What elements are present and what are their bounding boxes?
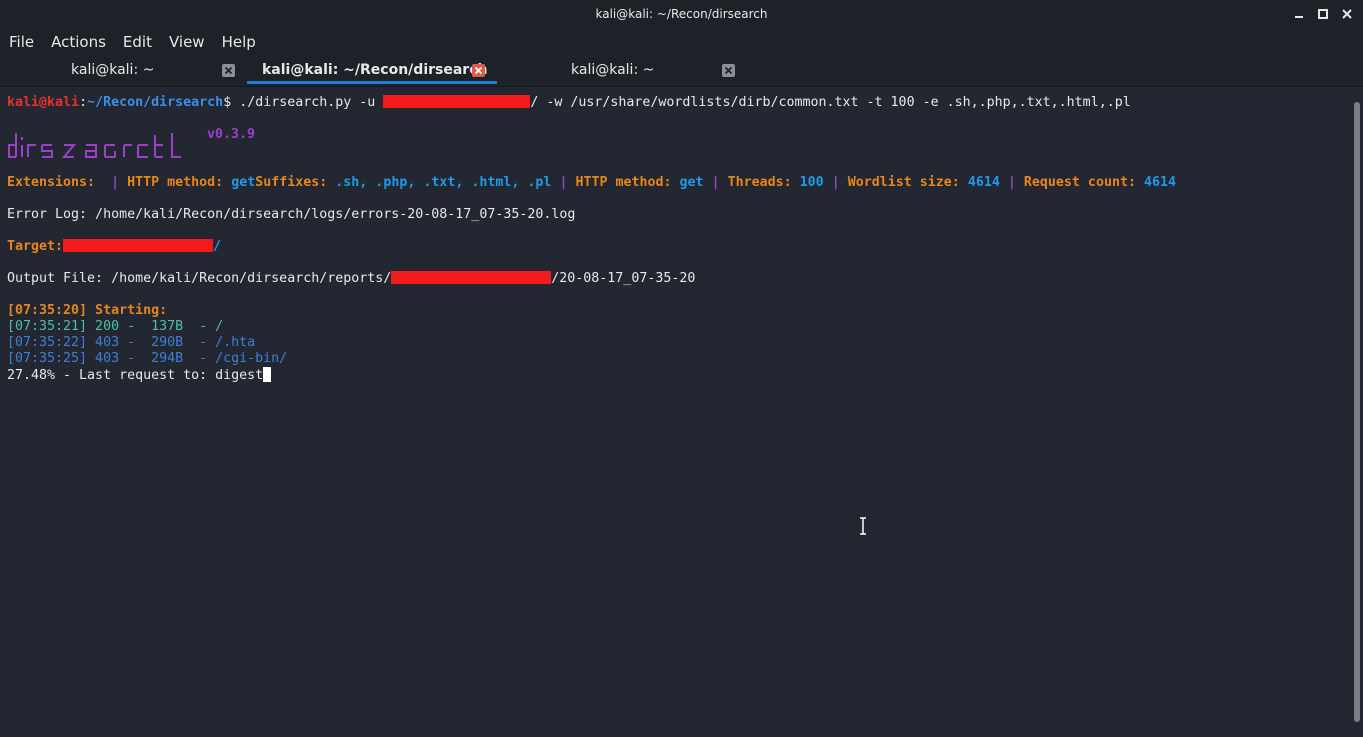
- terminal-window: kali@kali: ~/Recon/dirsearch File Action…: [0, 0, 1363, 737]
- result-row: [07:35:21] 200 - 137B - /: [7, 319, 224, 334]
- output-prefix: Output File: /home/kali/Recon/dirsearch/…: [7, 271, 392, 286]
- close-window-icon[interactable]: [1339, 6, 1355, 22]
- request-count-value: 4614: [1143, 175, 1177, 190]
- progress-line: 27.48% - Last request to: digest: [7, 367, 272, 383]
- tab-bar: kali@kali: ~ kali@kali: ~/Recon/dirsearc…: [0, 56, 1363, 87]
- separator: |: [551, 175, 576, 190]
- target-label: Target:: [7, 239, 72, 254]
- threads-value: 100: [799, 175, 824, 190]
- close-tab-icon[interactable]: [472, 64, 485, 77]
- terminal-output[interactable]: kali@kali:~/Recon/dirsearch$ ./dirsearch…: [0, 87, 1351, 737]
- menu-view[interactable]: View: [161, 33, 213, 51]
- terminal-cursor: [263, 367, 272, 382]
- dirsearch-logo: [7, 127, 187, 165]
- version-text: v0.3.9: [207, 127, 256, 142]
- prompt-path: ~/Recon/dirsearch: [87, 95, 224, 110]
- menu-help[interactable]: Help: [214, 33, 264, 51]
- threads-label: Threads:: [727, 175, 800, 190]
- tab-home-2[interactable]: kali@kali: ~: [500, 56, 745, 86]
- command-line: kali@kali:~/Recon/dirsearch$ ./dirsearch…: [7, 95, 1131, 111]
- redacted-url: [383, 95, 531, 108]
- maximize-icon[interactable]: [1315, 6, 1331, 22]
- text-cursor-icon: [858, 516, 868, 540]
- output-file-line: Output File: /home/kali/Recon/dirsearch/…: [7, 271, 695, 287]
- tab-home-1[interactable]: kali@kali: ~: [0, 56, 245, 86]
- config-line: Extensions: | HTTP method: getSuffixes: …: [7, 175, 1176, 191]
- separator: |: [823, 175, 848, 190]
- result-row: [07:35:22] 403 - 290B - /.hta: [7, 335, 256, 350]
- scrollbar-thumb[interactable]: [1354, 102, 1360, 722]
- progress-text: 27.48% - Last request to: digest: [7, 368, 264, 383]
- tab-label: kali@kali: ~: [71, 62, 155, 78]
- separator: |: [703, 175, 728, 190]
- active-tab-indicator: [247, 81, 497, 84]
- wordlist-value: 4614: [967, 175, 1000, 190]
- prompt-user: kali: [7, 95, 40, 110]
- menu-bar: File Actions Edit View Help: [0, 28, 1363, 56]
- close-tab-icon[interactable]: [222, 64, 235, 77]
- http-method-value: get: [679, 175, 704, 190]
- title-bar: kali@kali: ~/Recon/dirsearch: [0, 0, 1363, 28]
- result-row: [07:35:25] 403 - 294B - /cgi-bin/: [7, 351, 288, 366]
- output-suffix: /20-08-17_07-35-20: [551, 271, 696, 286]
- window-controls: [1291, 0, 1355, 28]
- http-method-value: get: [231, 175, 256, 190]
- menu-actions[interactable]: Actions: [43, 33, 114, 51]
- menu-edit[interactable]: Edit: [115, 33, 160, 51]
- minimize-icon[interactable]: [1291, 6, 1307, 22]
- redacted-target: [63, 239, 214, 252]
- window-title: kali@kali: ~/Recon/dirsearch: [595, 7, 768, 21]
- command-end: / -w /usr/share/wordlists/dirb/common.tx…: [530, 95, 1131, 110]
- suffixes-label: Suffixes:: [255, 175, 336, 190]
- close-tab-icon[interactable]: [722, 64, 735, 77]
- menu-file[interactable]: File: [1, 33, 42, 51]
- tab-label: kali@kali: ~/Recon/dirsearch: [262, 62, 488, 78]
- redacted-output: [391, 271, 552, 284]
- separator: |: [999, 175, 1024, 190]
- http-method-label: HTTP method:: [575, 175, 680, 190]
- wordlist-label: Wordlist size:: [847, 175, 968, 190]
- command-start: ./dirsearch.py -u: [231, 95, 384, 110]
- starting-line: [07:35:20] Starting:: [7, 303, 176, 318]
- error-log-line: Error Log: /home/kali/Recon/dirsearch/lo…: [7, 207, 576, 222]
- request-count-label: Request count:: [1023, 175, 1144, 190]
- prompt-symbol: $: [223, 95, 232, 110]
- target-line: Target: /: [7, 239, 221, 255]
- tab-label: kali@kali: ~: [571, 62, 655, 78]
- target-suffix: /: [213, 239, 222, 254]
- prompt-at: @: [39, 95, 48, 110]
- prompt-colon: :: [79, 95, 88, 110]
- extensions-label: Extensions:: [7, 175, 104, 190]
- suffixes-value: .sh, .php, .txt, .html, .pl: [335, 175, 552, 190]
- http-method-label: HTTP method:: [127, 175, 232, 190]
- prompt-host: kali: [47, 95, 80, 110]
- version: v0.3.9: [207, 127, 255, 143]
- separator: |: [103, 175, 128, 190]
